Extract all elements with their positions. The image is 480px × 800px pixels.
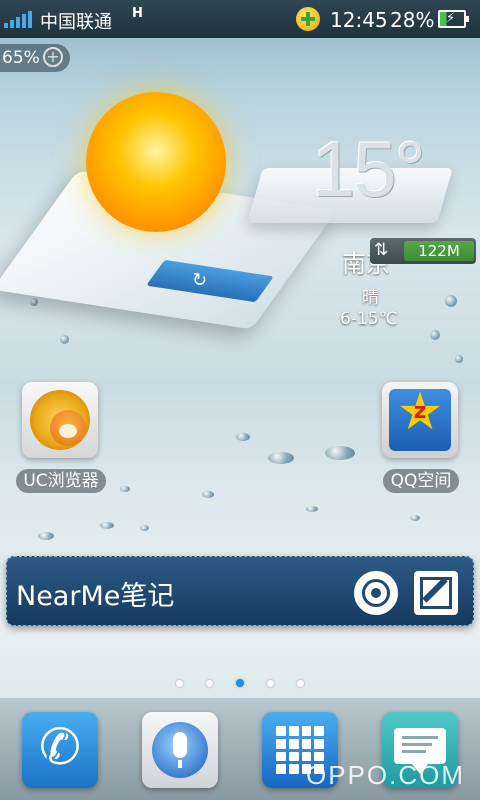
clock: 12:45 xyxy=(330,8,388,32)
up-down-arrows-icon: ⇅ xyxy=(374,240,389,260)
raindrop xyxy=(445,295,457,307)
battery-charging-icon: ⚡ xyxy=(438,10,469,28)
page-dot[interactable] xyxy=(176,680,183,687)
raindrop xyxy=(455,355,463,363)
raindrop xyxy=(60,335,69,344)
camera-shutter-icon[interactable] xyxy=(354,571,398,615)
edit-note-icon[interactable] xyxy=(414,571,458,615)
qzone-label: QQ空间 xyxy=(383,469,459,493)
refresh-icon: ↻ xyxy=(190,269,209,292)
network-type: H xyxy=(132,6,143,21)
plus-circle-icon[interactable]: + xyxy=(43,47,63,67)
raindrop xyxy=(410,515,420,521)
raindrop xyxy=(202,491,214,498)
page-dot[interactable] xyxy=(206,680,213,687)
plus-badge-icon xyxy=(296,7,320,31)
watermark: OPPO.COM xyxy=(306,760,466,790)
temperature-range: 6-15℃ xyxy=(340,309,398,329)
signal-bars-icon xyxy=(4,10,34,28)
voice-microphone-icon[interactable] xyxy=(142,712,218,788)
note-widget-title[interactable]: NearMe笔记 xyxy=(16,574,174,613)
page-dot[interactable] xyxy=(297,680,304,687)
raindrop xyxy=(268,452,294,464)
status-bar[interactable]: 中国联通 H 12:45 28% ⚡ xyxy=(0,0,480,38)
battery-percent: 28% xyxy=(390,8,435,32)
qzone-app[interactable]: ★ z xyxy=(382,382,458,458)
phone-icon[interactable]: ✆ xyxy=(22,712,98,788)
raindrop xyxy=(325,446,355,460)
raindrop xyxy=(430,330,440,340)
uc-browser-app[interactable] xyxy=(22,382,98,458)
raindrop xyxy=(100,522,114,529)
raindrop xyxy=(236,433,250,441)
temperature: 15° xyxy=(312,125,426,213)
raindrop xyxy=(38,532,54,540)
memory-percent: 65% xyxy=(2,48,40,68)
traffic-value: 122M xyxy=(404,241,474,261)
page-dot[interactable] xyxy=(267,680,274,687)
memory-boost-widget[interactable]: 65% + xyxy=(0,44,70,72)
raindrop xyxy=(140,525,149,531)
raindrop xyxy=(306,506,318,512)
uc-browser-label: UC浏览器 xyxy=(16,469,106,493)
weather-condition: 晴 xyxy=(362,288,379,308)
sun-icon xyxy=(86,92,226,232)
raindrop xyxy=(120,486,130,492)
page-dot-active[interactable] xyxy=(236,679,244,687)
carrier-name: 中国联通 xyxy=(40,12,112,33)
raindrop xyxy=(30,298,38,306)
uc-browser-icon xyxy=(30,390,90,450)
